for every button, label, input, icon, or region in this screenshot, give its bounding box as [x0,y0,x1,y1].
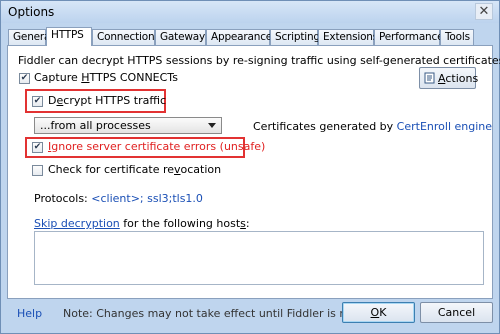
ignore-cert-errors-checkbox[interactable]: ✔ [32,142,43,153]
cert-generated-text: Certificates generated by CertEnroll eng… [253,120,493,133]
tab-appearance[interactable]: Appearance [206,29,272,45]
decrypt-https-label[interactable]: Decrypt HTTPS traffic [48,94,166,107]
capture-https-label[interactable]: Capture HTTPS CONNECTs [34,71,178,84]
check-revocation-checkbox[interactable] [32,165,43,176]
skip-decryption-row: Skip decryption for the following hosts: [34,217,250,230]
tab-tools[interactable]: Tools [440,29,474,45]
certenroll-link[interactable]: CertEnroll engine [397,120,492,133]
decrypt-https-checkbox[interactable]: ✔ [32,96,43,107]
check-revocation-label[interactable]: Check for certificate revocation [48,163,221,176]
cancel-button[interactable]: Cancel [420,302,493,323]
tab-performance[interactable]: Performance [374,29,444,45]
protocols-link[interactable]: <client>; ssl3;tls1.0 [91,192,203,205]
help-link[interactable]: Help [17,307,42,320]
tab-connections[interactable]: Connections [92,29,160,45]
process-filter-value: ...from all processes [40,119,151,132]
https-description: Fiddler can decrypt HTTPS sessions by re… [18,54,500,67]
title-bar: Options ✕ [1,1,499,23]
ok-button[interactable]: OK [342,302,415,323]
close-button[interactable]: ✕ [475,3,493,20]
process-filter-select[interactable]: ...from all processes [34,117,222,134]
tab-https[interactable]: HTTPS [46,27,92,46]
capture-https-checkbox[interactable]: ✔ [19,73,30,84]
tab-general[interactable]: General [8,29,53,45]
skip-hosts-textarea[interactable] [34,231,484,285]
tab-bar: General HTTPS Connections Gateway Appear… [8,27,494,46]
window-title: Options [8,5,55,19]
tab-extensions[interactable]: Extensions [318,29,378,45]
tab-scripting[interactable]: Scripting [270,29,320,45]
options-window: Options ✕ General HTTPS Connections Gate… [0,0,500,334]
chevron-down-icon [208,123,216,128]
ignore-cert-errors-label[interactable]: Ignore server certificate errors (unsafe… [48,140,265,153]
protocols-row: Protocols: <client>; ssl3;tls1.0 [34,192,203,205]
actions-icon [424,72,435,84]
actions-label: Actions [438,72,479,85]
tab-gateway[interactable]: Gateway [155,29,206,45]
skip-decryption-link[interactable]: Skip decryption [34,217,120,230]
actions-button[interactable]: Actions [419,67,479,89]
